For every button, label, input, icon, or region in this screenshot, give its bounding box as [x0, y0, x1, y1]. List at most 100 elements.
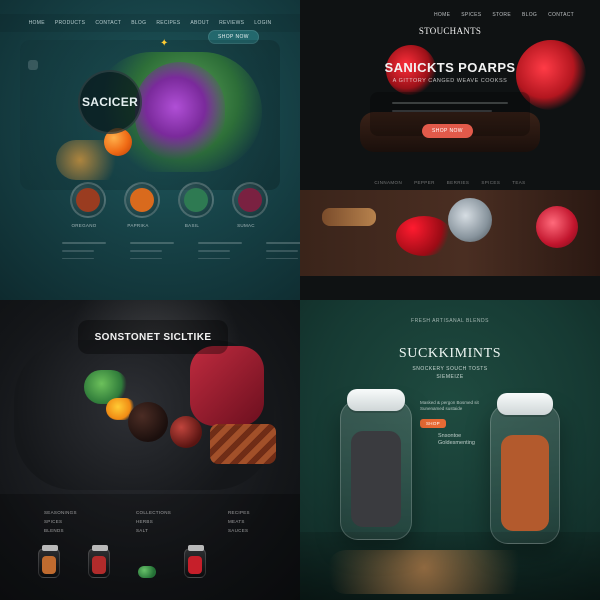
info-columns: SEASONINGS SPICES BLENDS COLLECTIONS HER…: [44, 510, 276, 537]
jar-card[interactable]: [124, 182, 160, 218]
column-heading: COLLECTIONS: [136, 510, 172, 515]
text-line: [130, 257, 162, 259]
jar-card[interactable]: [70, 182, 106, 218]
category-label[interactable]: TEAS: [512, 180, 525, 185]
jar-cap: [188, 545, 204, 551]
nav-item[interactable]: RECIPES: [156, 20, 180, 26]
kicker-text: FRESH ARTISANAL BLENDS: [411, 318, 489, 324]
hero-subtitle-2: SIEMEIZE: [436, 374, 464, 380]
quadrant-2: HOME SPICES STORE BLOG CONTACT STOUCHANT…: [300, 0, 600, 300]
footer-column: [198, 242, 248, 259]
text-line: [62, 250, 94, 252]
top-nav: HOME SPICES STORE BLOG CONTACT: [300, 6, 600, 24]
jar-cap: [42, 545, 58, 551]
text-line: [198, 257, 230, 259]
jar-fill: [501, 435, 549, 531]
product-jar-left[interactable]: [340, 389, 412, 540]
nav-item[interactable]: STORE: [492, 12, 511, 18]
info-text: Masked & pergon Bosmed sit Sunenamed sus…: [420, 400, 479, 412]
spice-crumbs: [328, 550, 568, 594]
info-caption: Snsontoe Goldesmenting: [438, 433, 475, 447]
footer-text-lines: [62, 242, 300, 259]
jar-card[interactable]: [232, 182, 268, 218]
footer-column: [62, 242, 112, 259]
top-nav: HOME PRODUCTS CONTACT BLOG RECIPES ABOUT…: [0, 14, 300, 32]
jar-fill: [130, 188, 154, 212]
nav-item[interactable]: PRODUCTS: [55, 20, 85, 26]
text-line: [266, 257, 298, 259]
product-row: [38, 545, 206, 578]
hero-subtitle: A GITTORY CANGED WEAVE COOKSS: [392, 78, 508, 84]
spice-jar[interactable]: [38, 545, 60, 578]
hero-title: SACICER: [81, 95, 139, 109]
jar-card[interactable]: [178, 182, 214, 218]
radish-illustration: [135, 62, 225, 162]
spice-dots: [56, 140, 136, 180]
column-line: SALT: [136, 528, 149, 533]
nav-item[interactable]: BLOG: [131, 20, 146, 26]
nav-item[interactable]: SPICES: [461, 12, 481, 18]
nav-item[interactable]: ABOUT: [190, 20, 209, 26]
cinnamon-sticks-image: [210, 424, 276, 464]
jar-cap: [347, 389, 405, 411]
spice-jar[interactable]: [88, 545, 110, 578]
leaf-icon: [138, 566, 156, 578]
nav-item[interactable]: HOME: [434, 12, 450, 18]
jar-fill: [42, 556, 56, 574]
category-label[interactable]: PEPPER: [414, 180, 435, 185]
hero-title: SUCKKIMINTS: [398, 346, 502, 361]
nav-item[interactable]: CONTACT: [548, 12, 574, 18]
jar-fill: [184, 188, 208, 212]
column-line: HERBS: [136, 519, 154, 524]
info-block: Masked & pergon Bosmed sit Sunenamed sus…: [420, 400, 482, 430]
jar-label: PAPRIKA: [127, 223, 149, 228]
footer-column: [266, 242, 300, 259]
info-caption-line: Snsontoe: [438, 433, 462, 439]
category-label[interactable]: BERRIES: [447, 180, 470, 185]
category-label[interactable]: CINNAMON: [374, 180, 402, 185]
text-line: [198, 242, 242, 244]
jar-fill: [238, 188, 262, 212]
nav-item[interactable]: HOME: [29, 20, 45, 26]
jar-labels: OREGANO PAPRIKA BASIL SUMAC: [66, 223, 264, 228]
shop-now-button[interactable]: SHOP NOW: [422, 124, 473, 138]
quadrant-1: HOME PRODUCTS CONTACT BLOG RECIPES ABOUT…: [0, 0, 300, 300]
info-column: COLLECTIONS HERBS SALT: [136, 510, 184, 537]
product-jars: [70, 182, 268, 218]
column-heading: RECIPES: [228, 510, 250, 515]
column-heading: SEASONINGS: [44, 510, 77, 515]
pepper-jar-image: [448, 198, 492, 242]
text-line: [392, 110, 492, 112]
column-line: BLENDS: [44, 528, 64, 533]
info-caption-line: Goldesmenting: [438, 439, 475, 446]
text-line: [62, 242, 106, 244]
jar-cap: [497, 393, 553, 415]
spice-jar[interactable]: [184, 545, 206, 578]
quadrant-3: SONSTONET SICLTIKE SEASONINGS SPICES BLE…: [0, 300, 300, 600]
brand-name: STOUCHANTS: [418, 26, 482, 36]
text-line: [198, 250, 230, 252]
shop-button[interactable]: SHOP: [420, 419, 446, 429]
jar-fill: [76, 188, 100, 212]
nav-item[interactable]: CONTACT: [95, 20, 121, 26]
text-line: [392, 102, 508, 104]
jar-fill: [92, 556, 106, 574]
jar-cap: [92, 545, 108, 551]
hero-subtitle-1: SNOCKERY SOUCH TOSTS: [412, 366, 488, 372]
category-strip: CINNAMON PEPPER BERRIES SPICES TEAS: [300, 174, 600, 190]
nav-item[interactable]: REVIEWS: [219, 20, 244, 26]
collage: HOME PRODUCTS CONTACT BLOG RECIPES ABOUT…: [0, 0, 600, 600]
nav-item[interactable]: LOGIN: [254, 20, 271, 26]
column-line: SPICES: [44, 519, 63, 524]
quadrant-4: FRESH ARTISANAL BLENDS SUCKKIMINTS SNOCK…: [300, 300, 600, 600]
sparkle-icon: ✦: [160, 38, 169, 49]
jar-label: OREGANO: [71, 223, 97, 228]
spice-bowl-image: [128, 402, 168, 442]
berries-bowl-image: [396, 216, 452, 256]
text-line: [130, 250, 162, 252]
jar-label: SUMAC: [237, 223, 255, 228]
nav-item[interactable]: BLOG: [522, 12, 537, 18]
category-label[interactable]: SPICES: [481, 180, 500, 185]
product-jar-right[interactable]: [490, 393, 560, 544]
hero-badge: SACICER: [78, 70, 142, 134]
